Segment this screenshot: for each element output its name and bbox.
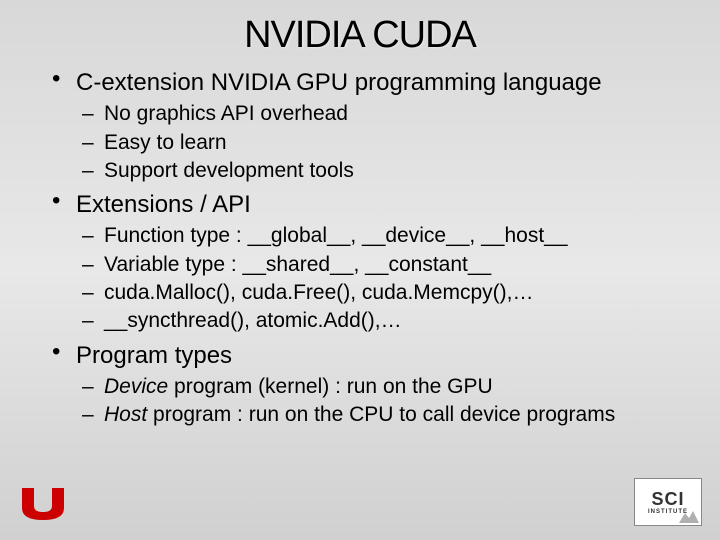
sub-list: Device program (kernel) : run on the GPU…: [76, 373, 700, 430]
slide-content: C-extension NVIDIA GPU programming langu…: [0, 67, 720, 430]
bullet-item: Extensions / API Function type : __globa…: [48, 189, 700, 336]
sub-list: No graphics API overhead Easy to learn S…: [76, 100, 700, 185]
italic-term: Host: [104, 403, 147, 426]
sub-item-rest: program (kernel) : run on the GPU: [168, 375, 492, 398]
mountain-icon: [679, 509, 699, 523]
bullet-text: Extensions / API: [76, 191, 251, 218]
sci-institute-logo: SCI INSTITUTE: [634, 478, 702, 526]
bullet-item: C-extension NVIDIA GPU programming langu…: [48, 67, 700, 185]
sub-item: No graphics API overhead: [76, 100, 700, 128]
sub-item: Support development tools: [76, 157, 700, 185]
sub-item: Host program : run on the CPU to call de…: [76, 401, 700, 429]
sub-item: Variable type : __shared__, __constant__: [76, 251, 700, 279]
sub-item: __syncthread(), atomic.Add(),…: [76, 307, 700, 335]
italic-term: Device: [104, 375, 168, 398]
bullet-text: C-extension NVIDIA GPU programming langu…: [76, 69, 602, 96]
sub-list: Function type : __global__, __device__, …: [76, 222, 700, 335]
bullet-item: Program types Device program (kernel) : …: [48, 340, 700, 430]
slide-title: NVIDIA CUDA: [0, 0, 720, 67]
sub-item: cuda.Malloc(), cuda.Free(), cuda.Memcpy(…: [76, 279, 700, 307]
utah-u-logo: [18, 486, 68, 522]
sub-item: Easy to learn: [76, 129, 700, 157]
sub-item: Function type : __global__, __device__, …: [76, 222, 700, 250]
sci-logo-text: SCI: [651, 490, 684, 508]
bullet-text: Program types: [76, 342, 232, 369]
sub-item-rest: program : run on the CPU to call device …: [147, 403, 615, 426]
sub-item: Device program (kernel) : run on the GPU: [76, 373, 700, 401]
bullet-list: C-extension NVIDIA GPU programming langu…: [48, 67, 700, 430]
